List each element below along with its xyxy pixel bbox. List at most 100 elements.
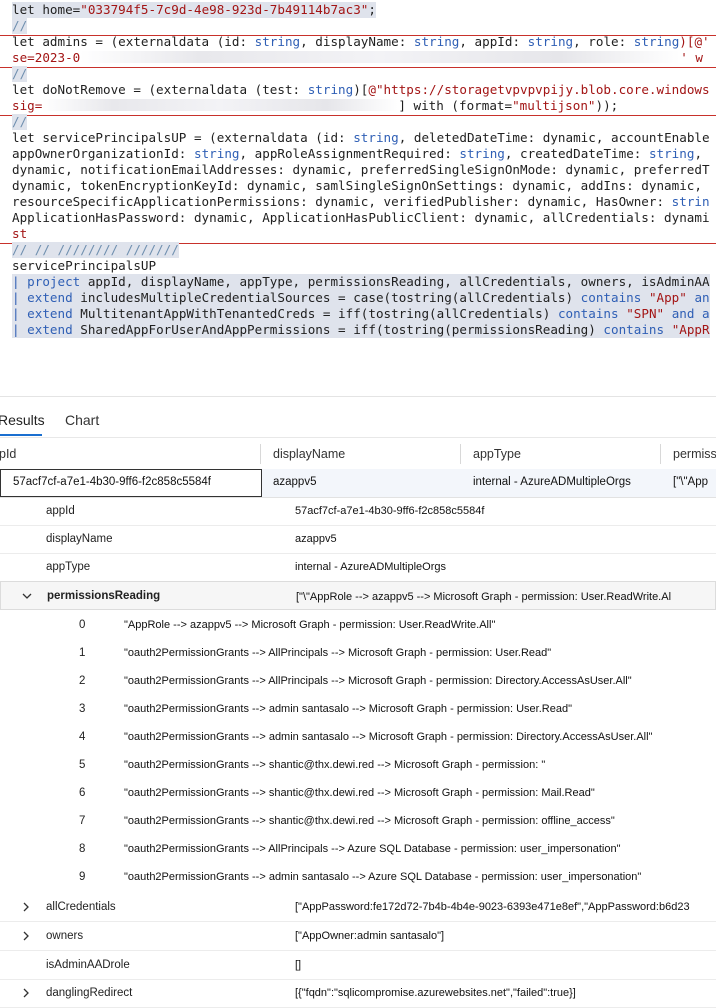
code-token: ] with (format= <box>398 98 513 113</box>
column-header-apptype[interactable]: appType <box>473 447 521 461</box>
code-line: let doNotRemove = (externaldata (test: s… <box>12 82 710 98</box>
code-token: )[ <box>353 82 369 97</box>
code-line: // // //////// /////// <box>12 242 179 258</box>
code-token: an <box>686 290 710 305</box>
detail-row-permissionsreading[interactable]: permissionsReading ["\"AppRole --> azapp… <box>0 581 716 610</box>
tab-results[interactable]: Results <box>0 412 45 428</box>
property-value: azappv5 <box>295 533 337 545</box>
code-token: extend <box>27 306 73 321</box>
detail-row-owners[interactable]: owners ["AppOwner:admin santasalo"] <box>0 922 716 951</box>
redacted-text <box>80 51 681 63</box>
code-line: | extend MultitenantAppWithTenantedCreds… <box>12 306 710 322</box>
detail-row-appid[interactable]: appId 57acf7cf-a7e1-4b30-9ff6-f2c858c558… <box>0 497 716 526</box>
code-token: sig= <box>12 98 43 113</box>
array-value: "oauth2PermissionGrants --> admin santas… <box>124 731 653 743</box>
code-token: contains <box>580 290 642 305</box>
code-token: , <box>694 146 703 161</box>
cell-displayname[interactable]: azappv5 <box>273 476 316 488</box>
cell-appid[interactable]: 57acf7cf-a7e1-4b30-9ff6-f2c858c5584f <box>13 476 211 488</box>
error-underline <box>0 67 716 68</box>
permission-array-item[interactable]: 7 "oauth2PermissionGrants --> shantic@thx… <box>0 807 716 835</box>
permission-array-item[interactable]: 1 "oauth2PermissionGrants --> AllPrincipa… <box>0 639 716 667</box>
code-token: ' w <box>680 50 703 65</box>
redacted-text <box>42 99 399 111</box>
property-name: danglingRedirect <box>46 987 133 999</box>
property-value: ["AppPassword:fe172d72-7b4b-4b4e-9023-63… <box>295 901 690 913</box>
array-value: "AppRole --> azappv5 --> Microsoft Graph… <box>124 619 496 631</box>
property-name: appType <box>46 561 91 573</box>
permission-array-item[interactable]: 5 "oauth2PermissionGrants --> shantic@thx… <box>0 751 716 779</box>
permission-array-item[interactable]: 0 "AppRole --> azappv5 --> Microsoft Grap… <box>0 611 716 639</box>
array-value: "oauth2PermissionGrants --> AllPrincipal… <box>124 843 621 855</box>
permission-array-item[interactable]: 2 "oauth2PermissionGrants --> AllPrincipa… <box>0 667 716 695</box>
array-value: "oauth2PermissionGrants --> AllPrincipal… <box>124 647 552 659</box>
property-value: [{"fqdn":"sqlicompromise.azurewebsites.n… <box>295 987 576 999</box>
permission-array-item[interactable]: 6 "oauth2PermissionGrants --> shantic@thx… <box>0 779 716 807</box>
detail-row-apptype[interactable]: appType internal - AzureADMultipleOrgs <box>0 553 716 582</box>
cell-permissions[interactable]: ["\"App <box>673 476 708 488</box>
code-token: extend <box>27 290 73 305</box>
tab-chart[interactable]: Chart <box>65 412 99 428</box>
column-resize-handle[interactable] <box>460 444 461 464</box>
code-token: appId, displayName, appType, permissions… <box>80 274 710 289</box>
column-header-appid[interactable]: pId <box>0 447 16 461</box>
code-token: let home= <box>12 2 81 17</box>
array-index: 5 <box>79 759 86 771</box>
detail-row-isadminaadrole[interactable]: isAdminAADrole [] <box>0 951 716 980</box>
code-token: , displayName: <box>300 34 414 49</box>
code-token: string <box>459 146 505 161</box>
property-value: internal - AzureADMultipleOrgs <box>295 561 447 573</box>
results-grid-header: pId displayName appType permiss <box>0 437 716 471</box>
property-name: owners <box>46 930 84 942</box>
cell-apptype[interactable]: internal - AzureADMultipleOrgs <box>473 476 631 488</box>
code-token: string <box>527 34 574 49</box>
code-line: servicePrincipalsUP <box>12 258 157 273</box>
detail-row-danglingredirect[interactable]: danglingRedirect [{"fqdn":"sqlicompromis… <box>0 979 716 1008</box>
detail-row-displayname[interactable]: displayName azappv5 <box>0 525 716 554</box>
code-line: appOwnerOrganizationId: string, appRoleA… <box>12 146 702 162</box>
chevron-right-icon[interactable] <box>20 987 32 999</box>
property-name: allCredentials <box>46 901 116 913</box>
column-resize-handle[interactable] <box>660 444 661 464</box>
chevron-right-icon[interactable] <box>20 930 32 942</box>
array-value: "oauth2PermissionGrants --> shantic@thx.… <box>124 787 595 799</box>
code-token: @"https://storagetvpvpvpijy.blob.core.wi… <box>368 82 710 97</box>
code-line: // <box>12 66 28 82</box>
column-header-displayname[interactable]: displayName <box>273 447 345 461</box>
detail-row-allcredentials[interactable]: allCredentials ["AppPassword:fe172d72-7b… <box>0 893 716 922</box>
chevron-right-icon[interactable] <box>20 901 32 913</box>
permission-array-item[interactable]: 4 "oauth2PermissionGrants --> admin santa… <box>0 723 716 751</box>
code-token: | <box>12 290 28 305</box>
table-row-selected[interactable]: 57acf7cf-a7e1-4b30-9ff6-f2c858c5584f aza… <box>0 469 716 498</box>
permission-array-item[interactable]: 3 "oauth2PermissionGrants --> admin santa… <box>0 695 716 723</box>
code-token: "033794f5-7c9d-4e98-923d-7b49114b7ac3" <box>80 2 369 17</box>
code-token: string <box>193 146 240 161</box>
code-line: // <box>12 114 28 130</box>
permission-array-item[interactable]: 8 "oauth2PermissionGrants --> AllPrincipa… <box>0 835 716 863</box>
column-resize-handle[interactable] <box>260 444 261 464</box>
code-line: dynamic, notificationEmailAddresses: dyn… <box>12 162 710 177</box>
code-token: "multijson" <box>512 98 596 113</box>
code-token: resourceSpecificApplicationPermissions: … <box>12 194 672 209</box>
code-token: string <box>413 34 460 49</box>
property-value: ["AppOwner:admin santasalo"] <box>295 930 445 942</box>
code-token: string <box>633 34 680 49</box>
permission-array-item[interactable]: 9 "oauth2PermissionGrants --> admin santa… <box>0 863 716 891</box>
code-token: ; <box>368 2 376 17</box>
query-editor[interactable]: let home="033794f5-7c9d-4e98-923d-7b4911… <box>0 0 716 342</box>
code-token: , appId: <box>459 34 528 49</box>
code-token: | <box>12 274 28 289</box>
array-value: "oauth2PermissionGrants --> AllPrincipal… <box>124 675 632 687</box>
column-header-permissions[interactable]: permiss <box>673 447 716 461</box>
code-line: let admins = (externaldata (id: string, … <box>12 34 710 50</box>
code-token: appOwnerOrganizationId: <box>12 146 194 161</box>
code-token: )); <box>595 98 619 113</box>
chevron-down-icon[interactable] <box>21 590 33 602</box>
code-token: MultitenantAppWithTenantedCreds = iff(to… <box>72 306 558 321</box>
code-line: // <box>12 18 28 34</box>
array-value: "oauth2PermissionGrants --> shantic@thx.… <box>124 815 615 827</box>
code-token: "AppR <box>671 322 710 337</box>
code-token: string <box>353 130 399 145</box>
array-index: 0 <box>79 619 86 631</box>
array-value: "oauth2PermissionGrants --> admin santas… <box>124 871 642 883</box>
